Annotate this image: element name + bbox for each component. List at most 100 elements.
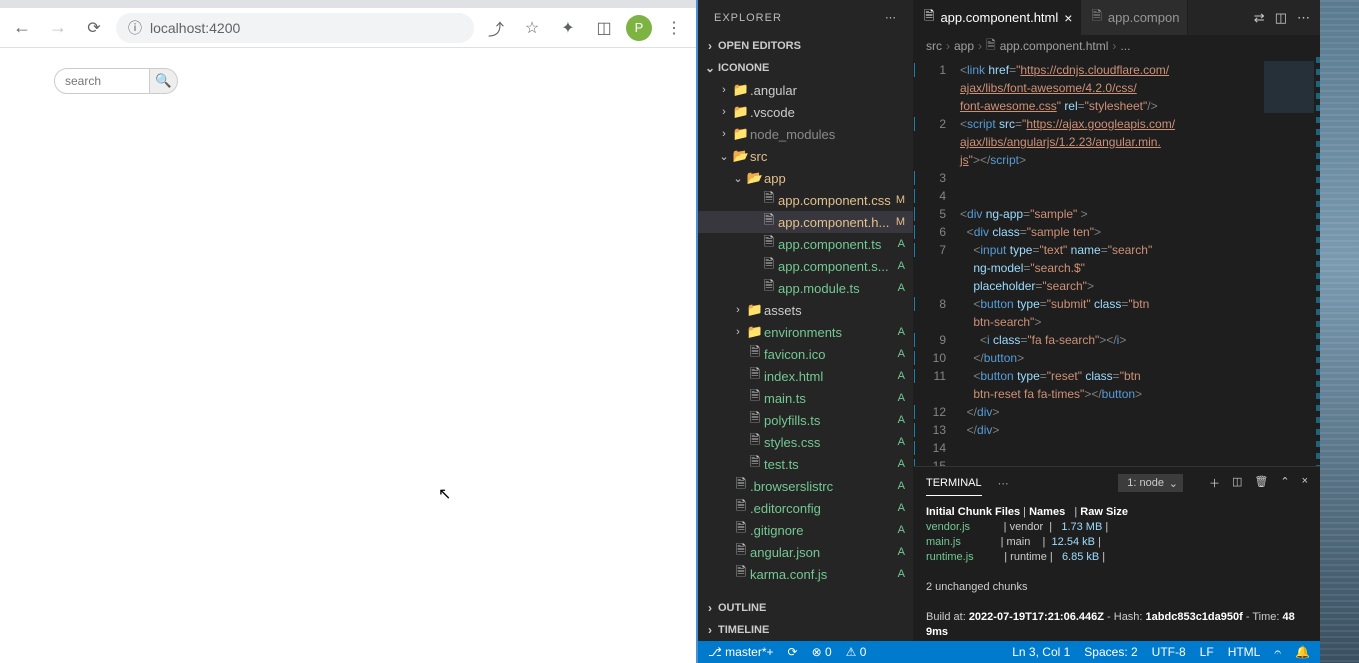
file-app-component-s---[interactable]: 🗎app.component.s...A <box>698 255 913 277</box>
split-terminal-icon[interactable]: ◫ <box>1232 475 1242 491</box>
forward-button[interactable]: → <box>44 14 72 42</box>
site-info-icon[interactable]: ⓘ <box>128 18 142 38</box>
git-status-badge: A <box>891 458 905 470</box>
browser-tabstrip[interactable] <box>0 0 696 8</box>
file-icon: 🗎 <box>746 453 764 475</box>
vscode-window: EXPLORER ⋯ › OPEN EDITORS ⌄ ICONONE ›📁.a… <box>698 0 1320 663</box>
file--gitignore[interactable]: 🗎.gitignoreA <box>698 519 913 541</box>
search-submit-button[interactable]: 🔍 <box>150 68 178 94</box>
code-content[interactable]: <link href="https://cdnjs.cloudflare.com… <box>954 57 1260 466</box>
menu-icon[interactable]: ⋮ <box>660 14 688 42</box>
breadcrumbs[interactable]: src›app›🗎 app.component.html›... <box>914 35 1320 57</box>
split-icon[interactable]: ◫ <box>1275 10 1287 26</box>
file-test-ts[interactable]: 🗎test.tsA <box>698 453 913 475</box>
terminal-tab[interactable]: TERMINAL <box>926 471 982 496</box>
back-button[interactable]: ← <box>8 14 36 42</box>
breadcrumb-segment[interactable]: app.component.html <box>1000 39 1109 53</box>
folder-app[interactable]: ⌄📂app <box>698 167 913 189</box>
folder-icon: 📂 <box>746 170 764 186</box>
folder-src[interactable]: ⌄📂src <box>698 145 913 167</box>
file-karma-conf-js[interactable]: 🗎karma.conf.jsA <box>698 563 913 585</box>
folder--vscode[interactable]: ›📁.vscode <box>698 101 913 123</box>
folder-icon: 📁 <box>746 302 764 318</box>
bell-icon[interactable]: 🔔 <box>1295 645 1310 659</box>
git-status-badge: A <box>891 348 905 360</box>
project-section[interactable]: ⌄ ICONONE <box>698 57 913 79</box>
file-styles-css[interactable]: 🗎styles.cssA <box>698 431 913 453</box>
code-editor[interactable]: 123456789101112131415 <link href="https:… <box>914 57 1320 466</box>
tree-item-label: src <box>750 149 891 164</box>
file-icon: 🗎 <box>1091 7 1101 29</box>
file-app-component-ts[interactable]: 🗎app.component.tsA <box>698 233 913 255</box>
encoding[interactable]: UTF-8 <box>1152 645 1186 659</box>
address-bar[interactable]: ⓘ localhost:4200 <box>116 13 474 43</box>
terminal-more-icon[interactable]: ⋯ <box>998 477 1009 490</box>
extensions-icon[interactable]: ✦ <box>554 14 582 42</box>
tree-item-label: environments <box>764 325 891 340</box>
file-icon: 🗎 <box>746 365 764 387</box>
file-angular-json[interactable]: 🗎angular.jsonA <box>698 541 913 563</box>
file-app-component-h---[interactable]: 🗎app.component.h...M <box>698 211 913 233</box>
tab-label: app.component.html <box>940 10 1058 25</box>
share-icon[interactable]: ⤴ <box>482 14 510 42</box>
chevron-right-icon: › <box>716 106 732 118</box>
trash-icon[interactable]: 🗑 <box>1254 475 1268 491</box>
sync-icon[interactable]: ⟳ <box>788 645 798 659</box>
breadcrumb-segment[interactable]: ... <box>1120 39 1130 53</box>
close-icon[interactable]: × <box>1064 10 1072 26</box>
file-icon: 🗎 <box>732 519 750 541</box>
editor-area: 🗎 app.component.html × 🗎 app.compon ⇄ ◫ … <box>914 0 1320 641</box>
line-gutter: 123456789101112131415 <box>914 57 954 466</box>
git-status-badge: A <box>891 436 905 448</box>
folder-environments[interactable]: ›📁environmentsA <box>698 321 913 343</box>
search-input[interactable] <box>54 68 150 94</box>
tab-app-compon[interactable]: 🗎 app.compon <box>1081 0 1188 35</box>
more-icon[interactable]: ⋯ <box>1297 10 1310 26</box>
git-branch[interactable]: ⎇ master*+ <box>708 645 774 659</box>
file-polyfills-ts[interactable]: 🗎polyfills.tsA <box>698 409 913 431</box>
sidepanel-icon[interactable]: ◫ <box>590 14 618 42</box>
folder--angular[interactable]: ›📁.angular <box>698 79 913 101</box>
new-terminal-icon[interactable]: ＋ <box>1209 475 1220 491</box>
tab-app-component-html[interactable]: 🗎 app.component.html × <box>914 0 1081 35</box>
tree-item-label: app.component.ts <box>778 237 891 252</box>
feedback-icon[interactable]: 𝄐 <box>1274 645 1281 660</box>
mouse-cursor: ↖ <box>438 484 451 504</box>
file-app-component-css[interactable]: 🗎app.component.cssM <box>698 189 913 211</box>
compare-icon[interactable]: ⇄ <box>1254 10 1265 26</box>
reload-button[interactable]: ⟳ <box>80 14 108 42</box>
file-favicon-ico[interactable]: 🗎favicon.icoA <box>698 343 913 365</box>
cursor-position[interactable]: Ln 3, Col 1 <box>1012 645 1070 659</box>
breadcrumb-segment[interactable]: app <box>954 39 974 53</box>
file-tree[interactable]: ›📁.angular›📁.vscode›📁node_modules⌄📂src⌄📂… <box>698 79 913 597</box>
warnings-count[interactable]: ⚠ 0 <box>846 645 867 659</box>
tree-item-label: index.html <box>764 369 891 384</box>
maximize-icon[interactable]: ⌃ <box>1280 475 1289 491</box>
bookmark-icon[interactable]: ☆ <box>518 14 546 42</box>
profile-avatar[interactable]: P <box>626 15 652 41</box>
terminal-selector[interactable]: 1: node ⌄ <box>1118 474 1183 492</box>
file-index-html[interactable]: 🗎index.htmlA <box>698 365 913 387</box>
folder-icon: 📂 <box>732 148 750 164</box>
terminal-output[interactable]: Initial Chunk Files | Names | Raw Sizeve… <box>914 499 1320 641</box>
breadcrumb-segment[interactable]: src <box>926 39 942 53</box>
git-status-badge: A <box>891 238 905 250</box>
language-mode[interactable]: HTML <box>1228 645 1261 659</box>
folder-node-modules[interactable]: ›📁node_modules <box>698 123 913 145</box>
minimap[interactable] <box>1260 57 1320 466</box>
file--editorconfig[interactable]: 🗎.editorconfigA <box>698 497 913 519</box>
tab-actions: ⇄ ◫ ⋯ <box>1244 0 1320 35</box>
explorer-more-icon[interactable]: ⋯ <box>885 11 897 24</box>
errors-count[interactable]: ⊗ 0 <box>812 645 832 659</box>
eol[interactable]: LF <box>1200 645 1214 659</box>
indentation[interactable]: Spaces: 2 <box>1084 645 1137 659</box>
folder-assets[interactable]: ›📁assets <box>698 299 913 321</box>
file--browserslistrc[interactable]: 🗎.browserslistrcA <box>698 475 913 497</box>
file-main-ts[interactable]: 🗎main.tsA <box>698 387 913 409</box>
outline-section[interactable]: › OUTLINE <box>698 597 913 619</box>
file-app-module-ts[interactable]: 🗎app.module.tsA <box>698 277 913 299</box>
timeline-section[interactable]: › TIMELINE <box>698 619 913 641</box>
close-panel-icon[interactable]: × <box>1302 475 1308 491</box>
folder-icon: 📁 <box>732 82 750 98</box>
open-editors-section[interactable]: › OPEN EDITORS <box>698 35 913 57</box>
